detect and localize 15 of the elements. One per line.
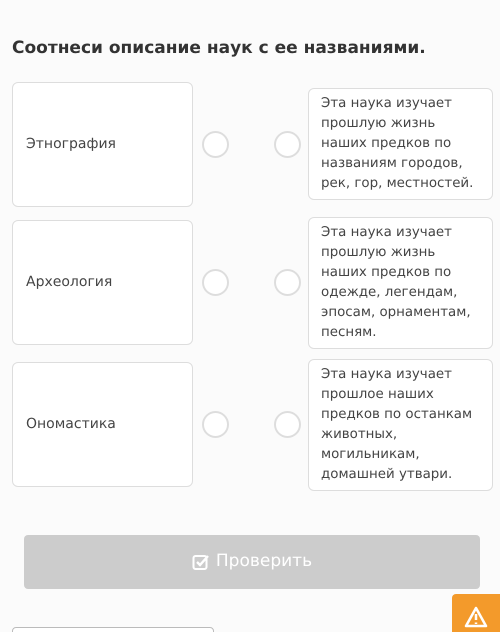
term-card: Этнография xyxy=(12,82,193,206)
radio-button[interactable] xyxy=(274,130,301,158)
term-card: Археология xyxy=(12,220,193,345)
radio-button[interactable] xyxy=(274,411,301,438)
checkbox-icon xyxy=(192,552,210,570)
description-card: Эта наука изучает прошлое наших предков по останкам животных, могильникам, домашней утвари. xyxy=(308,358,493,490)
radio-button[interactable] xyxy=(202,411,229,438)
warning-button[interactable] xyxy=(452,594,500,632)
radio-button[interactable] xyxy=(202,269,229,296)
description-card: Эта наука изучает прошлую жизнь наших предков по названиям городов, рек, гор, местностей. xyxy=(308,88,493,200)
description-card: Эта наука изучает прошлую жизнь наших предков по одежде, легендам, эпосам, орнаментам, песням. xyxy=(308,216,493,348)
question-title: Соотнеси описание наук с ее названиями. xyxy=(12,37,427,60)
term-card: Ономастика xyxy=(12,362,193,487)
radio-button[interactable] xyxy=(202,130,229,158)
radio-button[interactable] xyxy=(274,269,301,296)
